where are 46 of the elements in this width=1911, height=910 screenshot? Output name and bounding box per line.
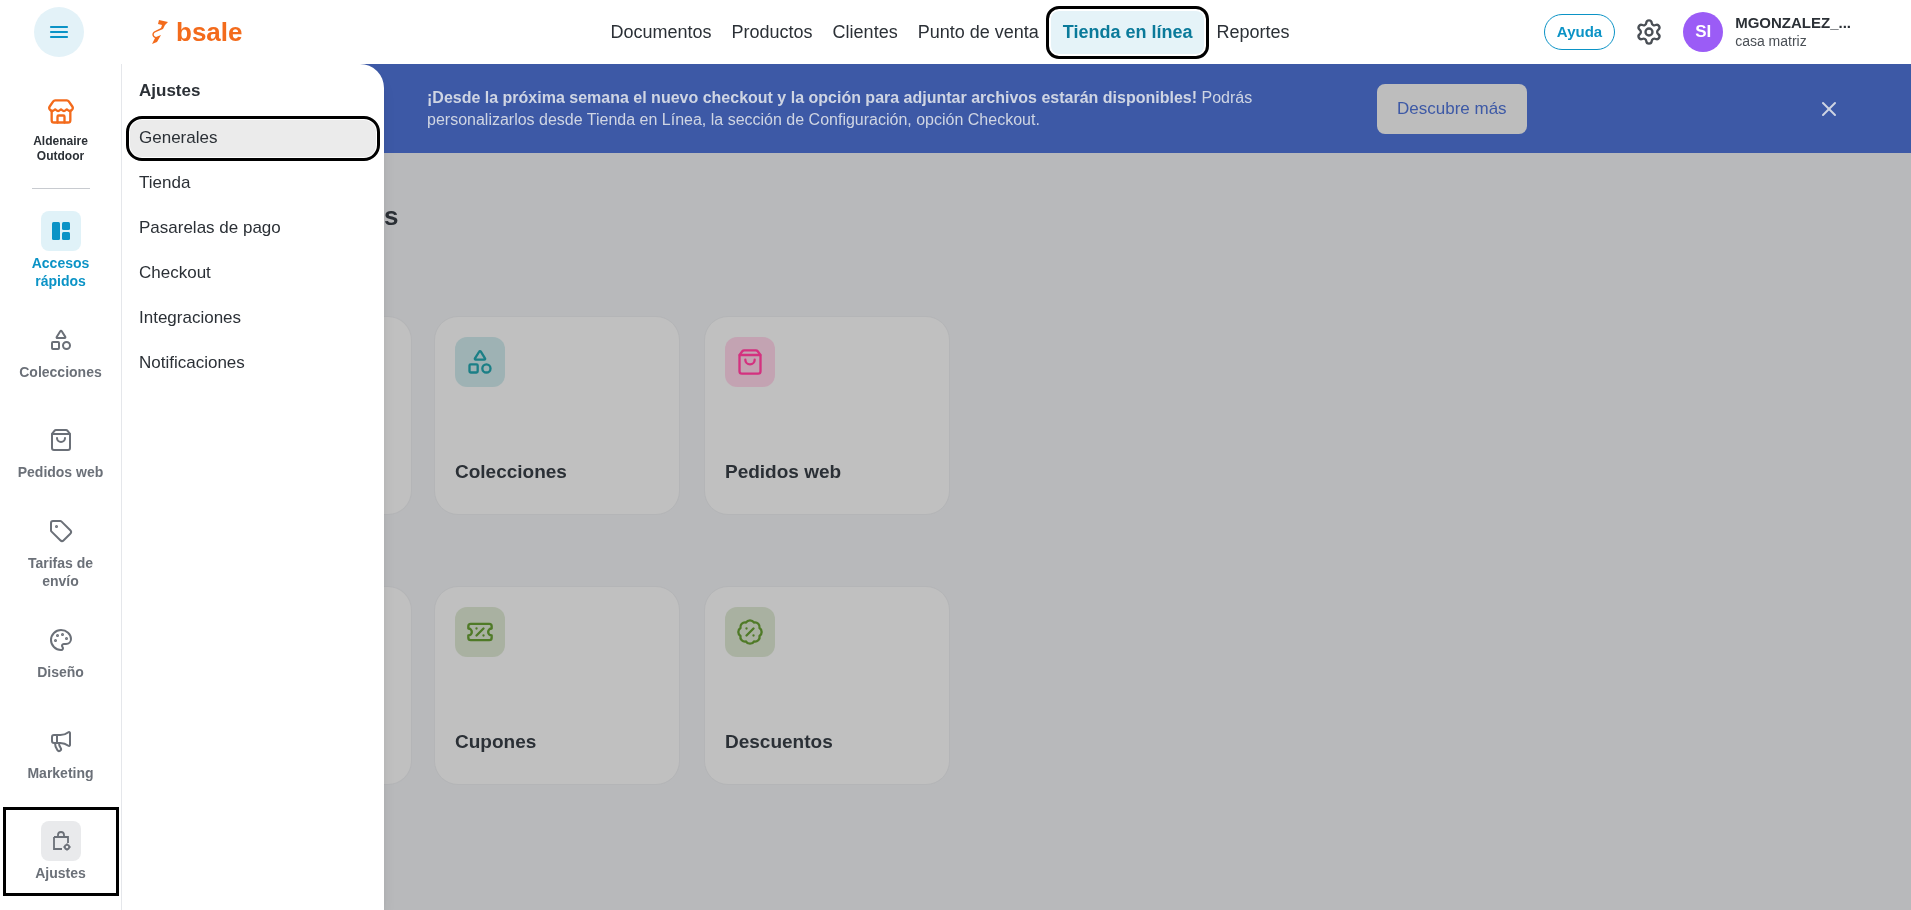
nav-icon: [48, 728, 73, 753]
logo-icon: [150, 19, 170, 45]
sidebar-item[interactable]: Tarifas de envío: [5, 509, 116, 593]
card-title: Pedidos web: [725, 459, 843, 484]
sidebar-item[interactable]: Pedidos web: [5, 409, 116, 493]
nav-icon: [48, 428, 73, 453]
nav-tab[interactable]: Clientes: [824, 10, 906, 54]
user-name: MGONZALEZ_...: [1735, 13, 1851, 33]
card-title: Cupones: [455, 729, 538, 754]
nav-tab[interactable]: Documentos: [602, 10, 720, 54]
flyout-item[interactable]: Notificaciones: [130, 344, 376, 382]
card-icon: [466, 348, 494, 376]
store-icon: [46, 98, 75, 126]
nav-tab[interactable]: Punto de venta: [909, 10, 1047, 54]
store-name: Aldenaire Outdoor: [32, 134, 89, 164]
sidebar-item[interactable]: Marketing: [5, 709, 116, 793]
nav-icon: [48, 327, 73, 352]
shortcut-card[interactable]: Descuentos: [704, 586, 950, 785]
shortcut-card[interactable]: Pedidos web: [704, 316, 950, 515]
sidebar-item[interactable]: Accesos rápidos: [5, 209, 116, 293]
flyout-item[interactable]: Pasarelas de pago: [130, 209, 376, 247]
flyout-item[interactable]: Tienda: [130, 164, 376, 202]
shortcut-card[interactable]: Cupones: [434, 586, 680, 785]
branch-name: casa matriz: [1735, 32, 1808, 51]
menu-button[interactable]: [34, 7, 84, 57]
flyout-title: Ajustes: [138, 80, 202, 102]
flyout-item[interactable]: Checkout: [130, 254, 376, 292]
flyout-item[interactable]: Integraciones: [130, 299, 376, 337]
card-icon: [736, 618, 764, 646]
sidebar-item[interactable]: Colecciones: [5, 309, 116, 393]
nav-icon: [48, 628, 73, 653]
sidebar-item[interactable]: Diseño: [5, 609, 116, 693]
card-title: Descuentos: [725, 729, 834, 754]
nav-tab[interactable]: Reportes: [1208, 10, 1298, 54]
brand-name: bsale: [176, 19, 243, 45]
sidebar-item[interactable]: Ajustes: [5, 809, 116, 893]
nav-icon: [48, 519, 73, 544]
settings-icon[interactable]: [1635, 18, 1664, 46]
banner-message: ¡Desde la próxima semana el nuevo checkout y la opción para adjuntar archivos estarán disponibles! Podrás personalizarlos desde Tienda en Línea, la sección de Configuración, opción Checkout.: [427, 87, 1254, 130]
shortcut-card[interactable]: Colecciones: [434, 316, 680, 515]
section-heading: s: [384, 200, 399, 233]
card-title: Colecciones: [455, 459, 568, 484]
nav-tab[interactable]: Productos: [723, 10, 821, 54]
user-avatar[interactable]: SI: [1683, 12, 1724, 52]
discover-button[interactable]: Descubre más: [1377, 83, 1527, 134]
card-icon: [736, 348, 764, 376]
